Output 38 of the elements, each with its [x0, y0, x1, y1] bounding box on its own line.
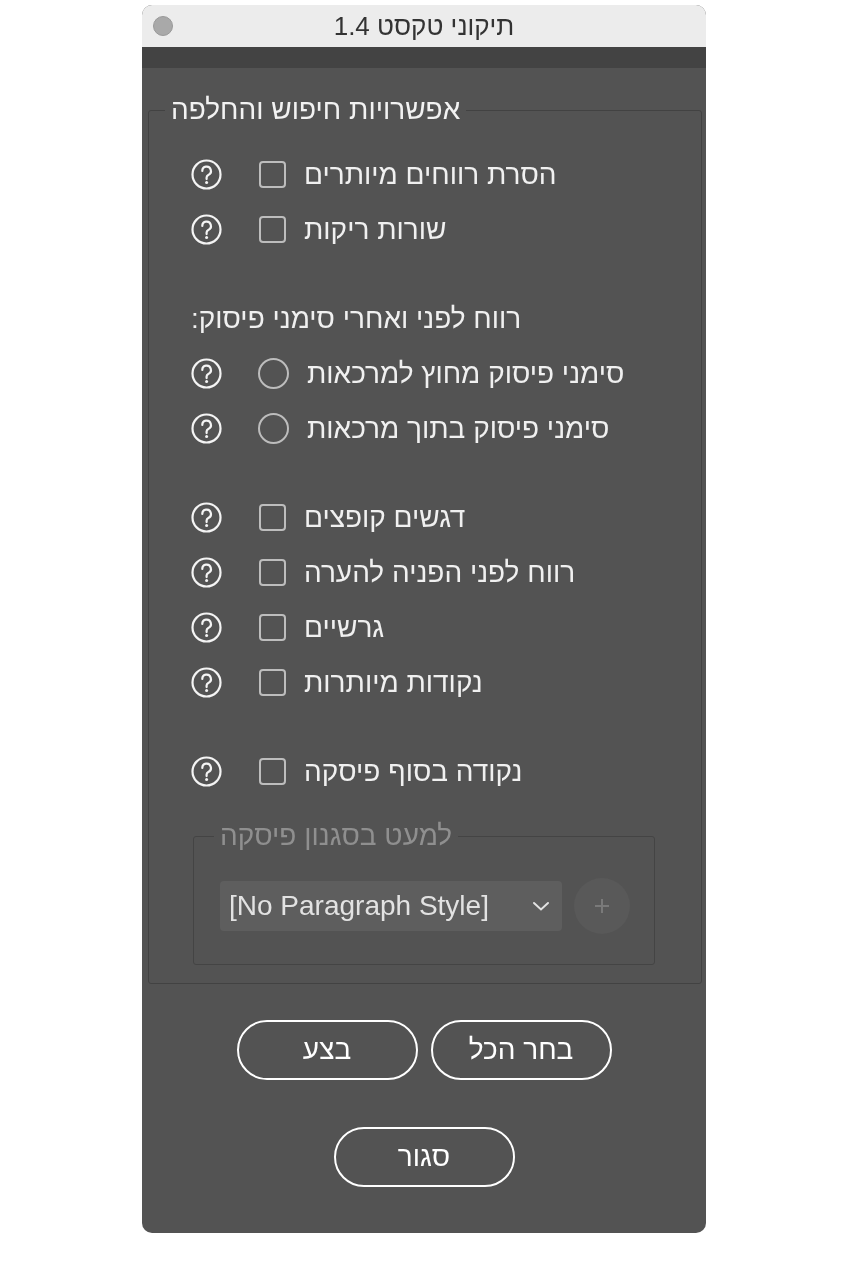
plus-icon	[594, 898, 610, 914]
help-icon[interactable]	[191, 358, 222, 389]
help-icon[interactable]	[191, 502, 222, 533]
window-title: תיקוני טקסט 1.4	[333, 13, 515, 39]
close-icon[interactable]	[153, 16, 173, 36]
checkbox-label: דגשים קופצים	[304, 500, 466, 535]
checkbox[interactable]	[259, 559, 286, 586]
checkbox[interactable]	[259, 504, 286, 531]
help-icon[interactable]	[191, 667, 222, 698]
checkbox[interactable]	[259, 669, 286, 696]
help-icon[interactable]	[191, 214, 222, 245]
help-icon[interactable]	[191, 413, 222, 444]
section-heading: רווח לפני ואחרי סימני פיסוק:	[191, 301, 522, 336]
chevron-down-icon	[532, 900, 550, 912]
help-icon[interactable]	[191, 557, 222, 588]
help-icon[interactable]	[191, 756, 222, 787]
radio-label: סימני פיסוק בתוך מרכאות	[307, 411, 610, 446]
group-title: אפשרויות חיפוש והחלפה	[170, 93, 462, 127]
help-icon[interactable]	[191, 612, 222, 643]
radio-button[interactable]	[258, 413, 289, 444]
radio-button[interactable]	[258, 358, 289, 389]
checkbox[interactable]	[259, 216, 286, 243]
dialog-button[interactable]: בצע	[236, 1020, 418, 1080]
checkbox-label: הסרת רווחים מיותרים	[304, 157, 557, 192]
help-icon[interactable]	[191, 159, 222, 190]
checkbox-label: רווח לפני הפניה להערה	[304, 555, 576, 590]
checkbox[interactable]	[259, 614, 286, 641]
radio-label: סימני פיסוק מחוץ למרכאות	[307, 356, 625, 391]
dialog-button[interactable]: בחר הכל	[430, 1020, 612, 1080]
checkbox-label: גרשיים	[304, 610, 385, 645]
checkbox[interactable]	[259, 161, 286, 188]
checkbox[interactable]	[259, 758, 286, 785]
dialog-button[interactable]: סגור	[333, 1127, 515, 1187]
checkbox-label: שורות ריקות	[304, 212, 447, 247]
paragraph-style-dropdown[interactable]: [No Paragraph Style]	[220, 881, 562, 931]
checkbox-label: נקודה בסוף פיסקה	[304, 754, 523, 789]
checkbox-label: נקודות מיותרות	[304, 665, 483, 700]
group-title: למעט בסגנון פיסקה	[219, 819, 454, 853]
